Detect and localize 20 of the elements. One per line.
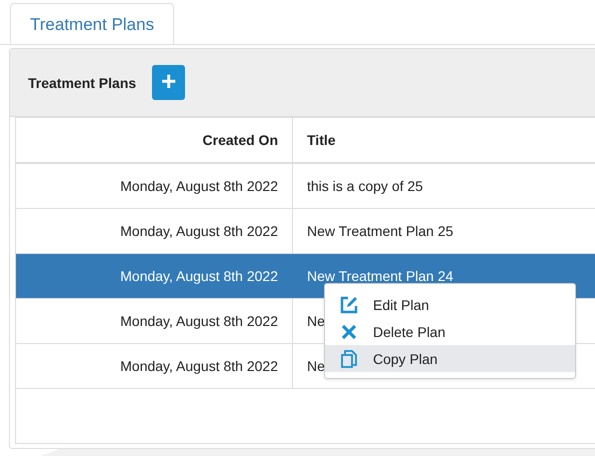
edit-icon	[339, 294, 359, 314]
table-row[interactable]: Monday, August 8th 2022 this is a copy of 25	[16, 164, 595, 209]
menu-item[interactable]: Delete Plan	[325, 318, 575, 345]
table-cell: Monday, August 8th 2022	[16, 299, 293, 343]
table-cell: Monday, August 8th 2022	[16, 209, 293, 253]
table-cell: Ne	[307, 358, 325, 374]
table-cell: Monday, August 8th 2022	[16, 164, 293, 208]
column-header[interactable]: Created On	[16, 118, 293, 162]
column-header[interactable]: Title	[293, 118, 595, 162]
add-button[interactable]: +	[152, 65, 186, 100]
table-cell: New Treatment Plan 24	[307, 268, 454, 284]
table-cell: Monday, August 8th 2022	[16, 254, 293, 298]
table-cell: this is a copy of 25	[307, 178, 423, 194]
table-cell: New Treatment Plan 25	[307, 223, 454, 239]
panel-title: Treatment Plans	[28, 74, 136, 90]
table-cell: Ne	[307, 313, 325, 329]
copy-icon	[339, 348, 359, 368]
menu-item[interactable]: Copy Plan	[325, 345, 575, 372]
table-cell: Monday, August 8th 2022	[16, 344, 293, 388]
tab[interactable]: Treatment Plans	[10, 3, 174, 44]
